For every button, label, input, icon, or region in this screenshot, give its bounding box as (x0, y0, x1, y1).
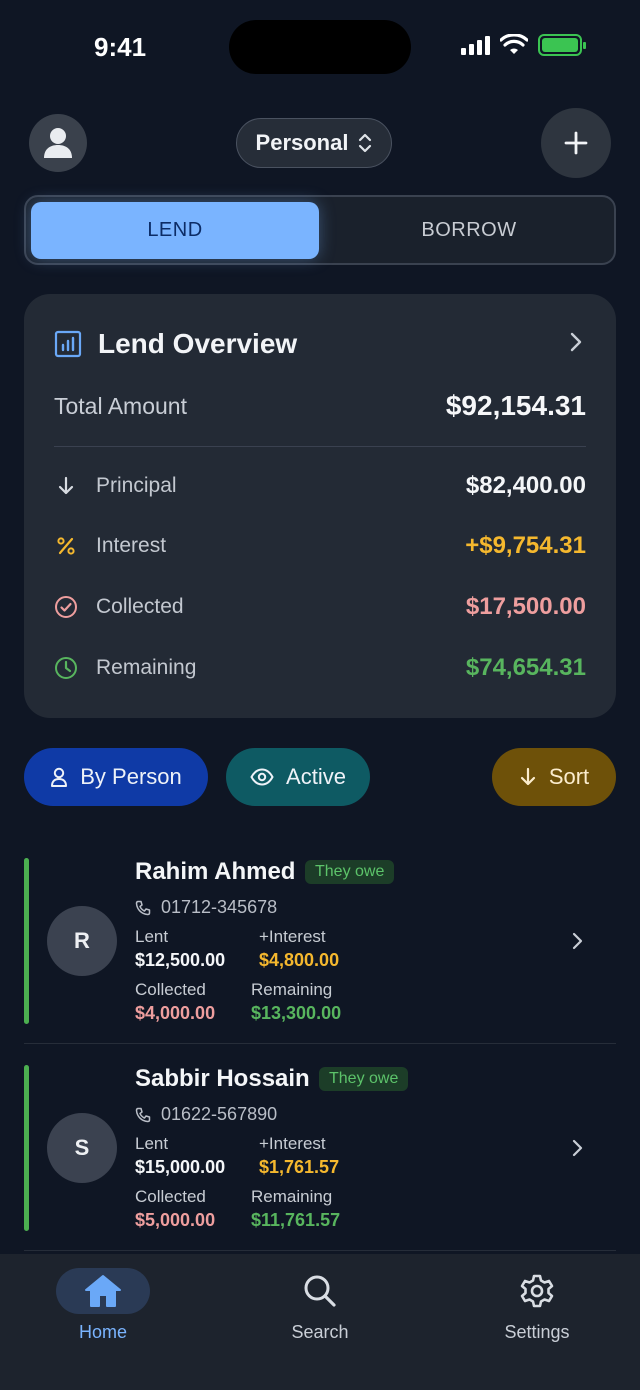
filter-by-person[interactable]: By Person (24, 748, 208, 806)
status-time: 9:41 (94, 32, 147, 62)
chevron-right-icon[interactable] (570, 332, 582, 352)
collected-value: $17,500.00 (465, 593, 586, 620)
lent-value: $12,500.00 (135, 950, 226, 970)
chevron-right-icon[interactable] (572, 1139, 584, 1157)
percent-icon (54, 534, 78, 558)
overview-row-remaining: Remaining $74,654.31 (54, 648, 586, 688)
overview-header: Lend Overview (54, 328, 297, 360)
plus-icon (564, 131, 588, 155)
lend-overview-card[interactable]: Lend Overview Total Amount $92,154.31 Pr… (24, 294, 616, 718)
sort-label: Sort (548, 764, 590, 789)
sort-button[interactable]: Sort (492, 748, 616, 806)
phone-icon (135, 1107, 151, 1122)
filter-by-person-label: By Person (80, 764, 182, 789)
collected-label: Collected (96, 595, 184, 618)
home-icon (85, 1275, 121, 1307)
total-amount-label: Total Amount (54, 393, 187, 419)
divider (54, 446, 586, 447)
dynamic-island (229, 20, 411, 74)
overview-row-interest: Interest +$9,754.31 (54, 526, 586, 566)
tab-borrow[interactable]: BORROW (326, 202, 612, 259)
collected-label: Collected (135, 980, 206, 999)
divider (24, 1250, 616, 1251)
status-bar-indicator (24, 1065, 29, 1231)
home-pill (56, 1268, 150, 1314)
tab-search[interactable]: Search (270, 1268, 370, 1343)
mode-selector[interactable]: Personal (236, 118, 392, 168)
arrow-down-icon (520, 767, 535, 786)
interest-label: +Interest (259, 1134, 326, 1153)
interest-value: $4,800.00 (259, 950, 340, 970)
chart-icon (54, 330, 82, 358)
wifi-icon (500, 34, 528, 54)
person-icon (51, 767, 68, 787)
lent-label: Lent (135, 927, 169, 946)
overview-title: Lend Overview (98, 328, 298, 359)
lent-value: $15,000.00 (135, 1157, 226, 1177)
phone-row: 01622-567890 (135, 1104, 277, 1125)
eye-icon (250, 768, 274, 786)
check-circle-icon (54, 595, 78, 619)
list-item[interactable]: S Sabbir Hossain They owe 01622-567890 L… (24, 1065, 616, 1249)
divider (24, 1043, 616, 1044)
add-button[interactable] (541, 108, 611, 178)
person-name: Sabbir Hossain (135, 1065, 310, 1092)
battery-charging-icon (538, 34, 586, 56)
principal-value: $82,400.00 (465, 472, 586, 499)
collected-value: $4,000.00 (135, 1003, 216, 1023)
person-name: Rahim Ahmed (135, 858, 296, 885)
profile-button[interactable] (29, 114, 87, 172)
interest-label: Interest (96, 534, 167, 557)
tab-home[interactable]: Home (56, 1268, 150, 1343)
status-bar-indicator (24, 858, 29, 1024)
interest-value: $1,761.57 (259, 1157, 340, 1177)
filter-active[interactable]: Active (226, 748, 370, 806)
search-icon (304, 1275, 336, 1307)
tab-settings-label: Settings (504, 1322, 570, 1342)
tab-search-label: Search (291, 1322, 349, 1342)
interest-value: +$9,754.31 (465, 532, 586, 559)
overview-row-collected: Collected $17,500.00 (54, 587, 586, 627)
principal-label: Principal (96, 474, 177, 497)
list-item[interactable]: R Rahim Ahmed They owe 01712-345678 Lent… (24, 858, 616, 1042)
remaining-label: Remaining (251, 980, 333, 999)
status-icons (461, 34, 586, 56)
avatar: S (47, 1113, 117, 1183)
bottom-navigation: Home Search Settings (0, 1254, 640, 1390)
total-amount-value: $92,154.31 (445, 390, 586, 421)
clock-icon (54, 656, 78, 680)
arrow-down-icon (54, 474, 78, 498)
chevron-updown-icon (359, 133, 372, 153)
overview-row-principal: Principal $82,400.00 (54, 466, 586, 506)
phone-icon (135, 900, 151, 915)
chevron-right-icon[interactable] (572, 932, 584, 950)
remaining-value: $11,761.57 (251, 1210, 341, 1230)
remaining-label: Remaining (96, 656, 197, 679)
lend-borrow-toggle: LEND BORROW (24, 195, 616, 265)
mode-label: Personal (255, 130, 349, 155)
avatar: R (47, 906, 117, 976)
tab-settings[interactable]: Settings (486, 1268, 588, 1343)
interest-label: +Interest (259, 927, 326, 946)
remaining-value: $74,654.31 (465, 654, 586, 681)
status-badge: They owe (305, 860, 395, 884)
status-bar: 9:41 (0, 0, 640, 90)
phone-number: 01712-345678 (161, 897, 278, 917)
remaining-value: $13,300.00 (251, 1003, 342, 1023)
collected-label: Collected (135, 1187, 206, 1206)
phone-row: 01712-345678 (135, 897, 277, 918)
user-icon (44, 128, 72, 158)
status-badge: They owe (319, 1067, 409, 1091)
lent-label: Lent (135, 1134, 169, 1153)
remaining-label: Remaining (251, 1187, 333, 1206)
phone-number: 01622-567890 (161, 1104, 278, 1124)
filter-active-label: Active (286, 764, 346, 789)
gear-icon (520, 1274, 554, 1308)
cellular-signal-icon (461, 35, 490, 55)
tab-lend[interactable]: LEND (31, 202, 319, 259)
collected-value: $5,000.00 (135, 1210, 216, 1230)
tab-home-label: Home (78, 1322, 127, 1342)
